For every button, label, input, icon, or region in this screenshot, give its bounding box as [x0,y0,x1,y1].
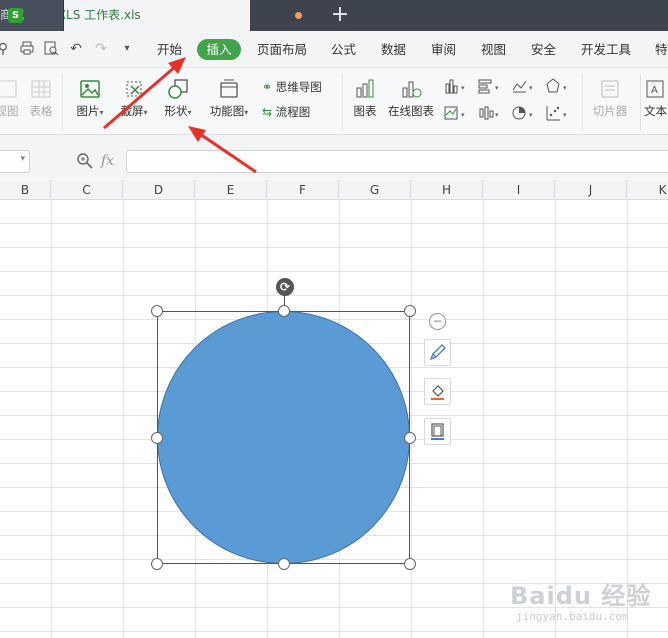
resize-handle-se[interactable] [404,558,416,570]
shape-outline-button[interactable] [424,418,451,445]
resize-handle-w[interactable] [151,432,163,444]
shape-style-button[interactable] [424,339,451,366]
watermark-sub: jingyan.baidu.com [516,610,629,623]
collapse-toolbar-button[interactable]: − [429,313,446,330]
selection-box [157,311,410,564]
resize-handle-n[interactable] [278,305,290,317]
grid-line [411,200,412,638]
resize-handle-s[interactable] [278,558,290,570]
baidu-watermark: Baidu 经验 jingyan.baidu.com [510,570,660,630]
resize-handle-e[interactable] [404,432,416,444]
grid-line [123,200,124,638]
brush-icon [429,344,446,361]
arrow-to-shape-button [188,126,257,174]
outline-icon [431,423,444,440]
annotation-arrows [103,57,257,174]
fill-bucket-icon [431,385,444,400]
grid-line [483,200,484,638]
resize-handle-nw[interactable] [151,305,163,317]
resize-handle-sw[interactable] [151,558,163,570]
watermark-text: Baidu 经验 [510,582,652,610]
resize-handle-ne[interactable] [404,305,416,317]
grid-line [51,200,52,638]
shape-fill-button[interactable] [424,378,451,405]
arrow-to-insert-tab [103,57,186,130]
rotate-handle-icon[interactable]: ⟳ [276,278,294,296]
